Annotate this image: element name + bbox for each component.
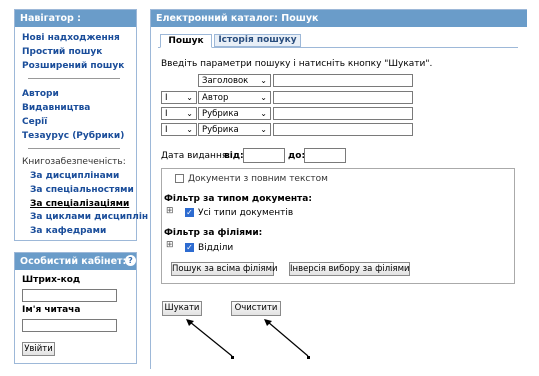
clear-button[interactable]: Очистити	[231, 301, 281, 316]
check-icon: ✓	[186, 208, 193, 217]
check-icon: ✓	[186, 243, 193, 252]
book-by-cycles-link[interactable]: За циклами дисциплін	[30, 212, 148, 222]
arrow-to-search-icon	[186, 319, 234, 359]
tab-search-label: Пошук	[168, 36, 204, 46]
search-value-3[interactable]	[273, 107, 413, 120]
search-value-2[interactable]	[273, 91, 413, 104]
field-select-4[interactable]: Рубрика ⌄	[198, 123, 271, 136]
field-select-4-value: Рубрика	[202, 125, 239, 135]
tab-bar-line	[158, 47, 518, 48]
cabinet-title: Особистий кабінет:	[15, 253, 136, 270]
book-by-departments-link[interactable]: За кафедрами	[30, 226, 106, 236]
nav-divider	[28, 78, 120, 79]
doc-filter-item: Усі типи документів	[198, 208, 294, 218]
doc-filter-label: Фільтр за типом документа:	[164, 194, 312, 204]
nav-divider	[28, 148, 120, 149]
search-value-1[interactable]	[273, 74, 413, 87]
nav-authors-link[interactable]: Автори	[22, 89, 59, 99]
book-by-specialties-link[interactable]: За спеціальностями	[30, 185, 134, 195]
branch-filter-item: Відділи	[198, 243, 234, 253]
navigator-title: Навігатор :	[15, 10, 136, 27]
logic-select-4-value: І	[165, 125, 168, 135]
doc-filter-expand-icon[interactable]: ⊞	[166, 206, 174, 216]
reader-name-input[interactable]	[22, 319, 117, 332]
search-all-branches-button[interactable]: Пошук за всіма філіями	[171, 262, 278, 276]
chevron-down-icon: ⌄	[186, 109, 193, 118]
nav-thesaurus-link[interactable]: Тезаурус (Рубрики)	[22, 131, 124, 141]
doc-filter-checkbox[interactable]: ✓	[185, 208, 194, 217]
nav-new-arrivals-link[interactable]: Нові надходження	[22, 33, 120, 43]
date-label: Дата видання:	[161, 151, 231, 161]
reader-name-label: Ім'я читача	[22, 305, 81, 315]
date-from-input[interactable]	[243, 148, 285, 163]
search-value-4[interactable]	[273, 123, 413, 136]
barcode-input[interactable]	[22, 289, 117, 302]
tab-history[interactable]: Історія пошуку	[214, 34, 301, 47]
login-button[interactable]: Увійти	[22, 342, 55, 356]
chevron-down-icon: ⌄	[260, 125, 267, 134]
book-section-label: Книгозабезпеченість:	[22, 157, 126, 167]
branch-filter-checkbox[interactable]: ✓	[185, 243, 194, 252]
logic-select-2-value: І	[165, 93, 168, 103]
logic-select-3[interactable]: І ⌄	[161, 107, 197, 120]
date-to-input[interactable]	[304, 148, 346, 163]
chevron-down-icon: ⌄	[260, 109, 267, 118]
tab-history-label: Історія пошуку	[218, 35, 297, 45]
branch-filter-expand-icon[interactable]: ⊞	[166, 240, 174, 250]
arrow-to-clear-icon	[264, 319, 310, 359]
chevron-down-icon: ⌄	[260, 93, 267, 102]
date-to-label: до:	[288, 151, 306, 161]
barcode-label: Штрих-код	[22, 275, 81, 285]
nav-publishers-link[interactable]: Видавництва	[22, 103, 90, 113]
field-select-2[interactable]: Автор ⌄	[198, 91, 271, 104]
annotation-arrows	[186, 319, 310, 359]
invert-branches-button[interactable]: Інверсія вибору за філіями	[289, 262, 410, 276]
search-button[interactable]: Шукати	[162, 301, 202, 316]
tab-search[interactable]: Пошук	[160, 34, 212, 48]
nav-simple-search-link[interactable]: Простий пошук	[22, 47, 102, 57]
help-icon[interactable]: ?	[125, 255, 136, 266]
nav-series-link[interactable]: Серії	[22, 117, 47, 127]
nav-advanced-search-link[interactable]: Розширений пошук	[22, 61, 124, 71]
field-select-1[interactable]: Заголовок ⌄	[198, 74, 271, 87]
logic-select-3-value: І	[165, 109, 168, 119]
logic-select-2[interactable]: І ⌄	[161, 91, 197, 104]
catalog-title: Електронний каталог: Пошук	[151, 10, 527, 27]
date-from-label: від:	[224, 151, 244, 161]
book-by-disciplines-link[interactable]: За дисциплінами	[30, 171, 119, 181]
fulltext-label: Документи з повним текстом	[188, 174, 328, 184]
branch-filter-label: Фільтр за філіями:	[164, 228, 263, 238]
chevron-down-icon: ⌄	[186, 93, 193, 102]
field-select-3[interactable]: Рубрика ⌄	[198, 107, 271, 120]
chevron-down-icon: ⌄	[260, 76, 267, 85]
field-select-1-value: Заголовок	[202, 76, 249, 86]
book-by-specializations-link[interactable]: За спеціалізаціями	[30, 199, 129, 209]
chevron-down-icon: ⌄	[186, 125, 193, 134]
fulltext-checkbox[interactable]	[175, 174, 184, 183]
field-select-2-value: Автор	[202, 93, 229, 103]
logic-select-4[interactable]: І ⌄	[161, 123, 197, 136]
field-select-3-value: Рубрика	[202, 109, 239, 119]
search-instructions: Введіть параметри пошуку і натисніть кно…	[161, 59, 433, 69]
